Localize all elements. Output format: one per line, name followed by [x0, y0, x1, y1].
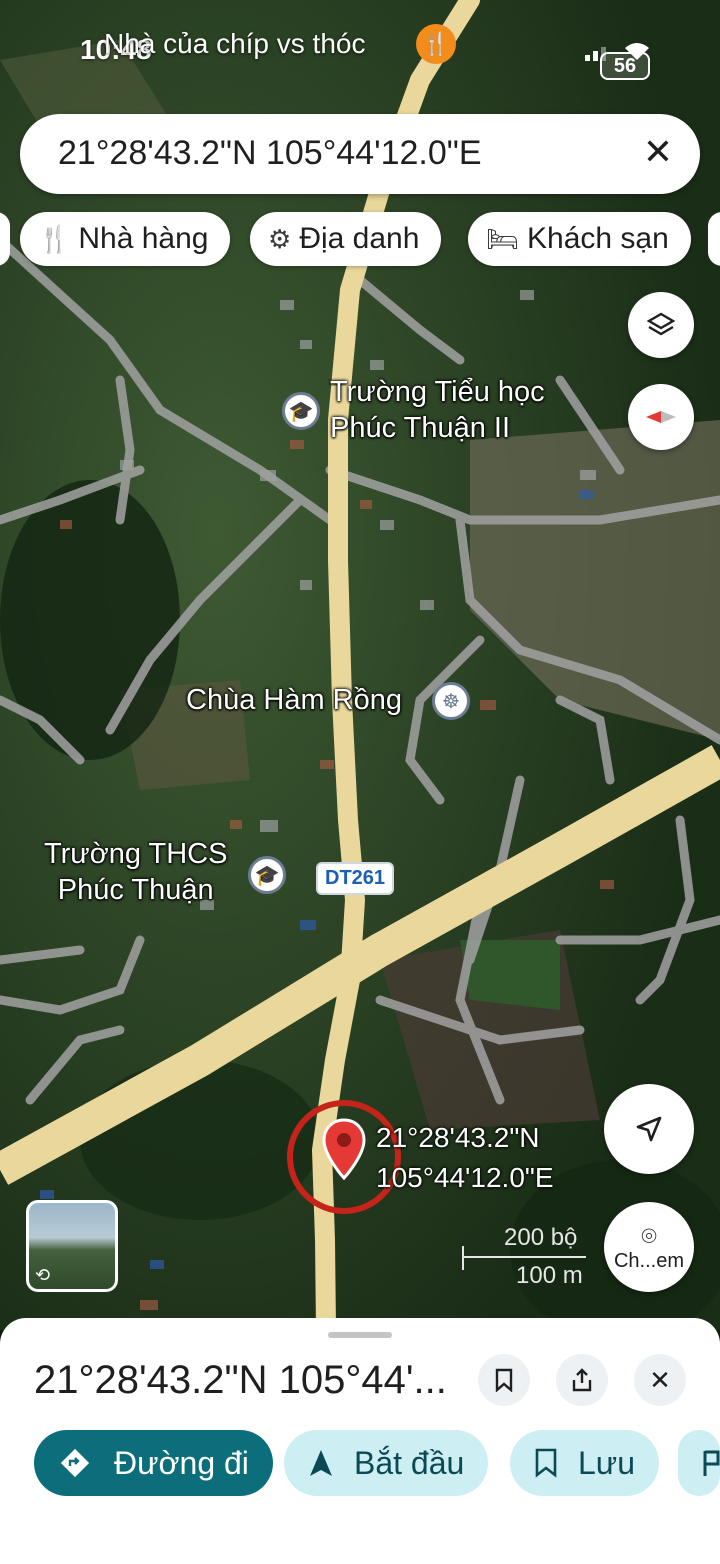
place-label-school-1[interactable]: Trường Tiểu học Phúc Thuận II: [330, 374, 545, 446]
bookmark-icon: [535, 1448, 557, 1478]
lens-button[interactable]: ⌾ Ch...em: [604, 1202, 694, 1292]
chip-overflow-left[interactable]: [0, 212, 10, 266]
temple-icon[interactable]: ☸: [432, 682, 470, 720]
place-name-line1: Trường THCS: [44, 838, 228, 870]
chip-label: Nhà hàng: [78, 222, 209, 255]
chip-label: Địa danh: [299, 222, 420, 255]
chip-restaurants[interactable]: 🍴 Nhà hàng: [20, 212, 231, 266]
pin-lng: 105°44'12.0"E: [376, 1162, 554, 1193]
search-input[interactable]: 21°28'43.2"N 105°44'12.0"E: [58, 134, 482, 173]
lens-label: Ch...em: [613, 1249, 685, 1272]
place-sheet[interactable]: 21°28'43.2"N 105°44'... ✕ Đường đi Bắt đ…: [0, 1318, 720, 1564]
directions-icon: [60, 1448, 90, 1478]
layers-button[interactable]: [628, 292, 694, 358]
close-sheet-button[interactable]: ✕: [634, 1354, 686, 1406]
place-name-line2: Phúc Thuận: [57, 874, 214, 906]
flag-icon: [703, 1450, 720, 1476]
save-label: Lưu: [578, 1444, 636, 1481]
status-bar: 10:48 Nhà của chíp vs thóc 🍴 56: [0, 14, 720, 80]
landmark-icon: ⚙: [268, 223, 292, 254]
chip-hotels[interactable]: 🛏 Khách sạn: [468, 212, 691, 266]
pin-lat: 21°28'43.2"N: [376, 1122, 540, 1153]
chip-label: Khách sạn: [527, 222, 669, 255]
scale-tick: [462, 1246, 464, 1270]
layers-icon: [646, 312, 676, 336]
close-icon: ✕: [649, 1364, 671, 1395]
start-button[interactable]: Bắt đầu: [284, 1430, 489, 1496]
restaurant-icon: 🍴: [38, 223, 71, 254]
hotel-icon: 🛏: [486, 223, 520, 254]
place-caption: Nhà của chíp vs thóc: [104, 28, 366, 59]
my-location-button[interactable]: [604, 1084, 694, 1174]
rotate-360-icon: ⟲: [35, 1265, 51, 1285]
close-icon[interactable]: ✕: [638, 132, 678, 172]
more-actions-button[interactable]: [678, 1430, 720, 1496]
bookmark-icon: [495, 1368, 513, 1392]
save-bookmark-button[interactable]: [478, 1354, 530, 1406]
directions-button[interactable]: Đường đi: [34, 1430, 273, 1496]
place-title: 21°28'43.2"N 105°44'...: [34, 1358, 447, 1402]
share-button[interactable]: [556, 1354, 608, 1406]
road-shield: DT261: [316, 862, 395, 895]
compass-button[interactable]: [628, 384, 694, 450]
navigation-arrow-icon: [636, 1116, 662, 1142]
sheet-drag-handle[interactable]: [328, 1332, 392, 1338]
place-label-temple[interactable]: Chùa Hàm Rồng: [186, 682, 402, 718]
save-button[interactable]: Lưu: [510, 1430, 660, 1496]
share-icon: [572, 1368, 592, 1392]
start-label: Bắt đầu: [354, 1444, 465, 1481]
camera-search-icon: ⌾: [641, 1220, 657, 1251]
scale-meters: 100 m: [516, 1262, 583, 1289]
scale-line: [462, 1256, 586, 1258]
school-icon[interactable]: 🎓: [282, 392, 320, 430]
chip-overflow-right[interactable]: [708, 212, 720, 266]
battery-indicator: 56: [600, 52, 650, 80]
place-name-line1: Trường Tiểu học: [330, 376, 545, 408]
directions-label: Đường đi: [114, 1444, 249, 1481]
chip-landmarks[interactable]: ⚙ Địa danh: [250, 212, 442, 266]
street-view-thumbnail[interactable]: ⟲: [26, 1200, 118, 1292]
category-chips: 🍴 Nhà hàng ⚙ Địa danh 🛏 Khách sạn: [0, 212, 720, 268]
search-bar[interactable]: 21°28'43.2"N 105°44'12.0"E ✕: [20, 114, 700, 194]
scale-feet: 200 bộ: [504, 1224, 578, 1251]
school-icon[interactable]: 🎓: [248, 856, 286, 894]
pin-coordinates: 21°28'43.2"N 105°44'12.0"E: [376, 1118, 554, 1198]
map-scale: 200 bộ 100 m: [462, 1224, 590, 1289]
place-name-line2: Phúc Thuận II: [330, 412, 511, 444]
navigation-icon: [310, 1450, 332, 1476]
place-label-school-2[interactable]: Trường THCS Phúc Thuận: [44, 836, 227, 908]
compass-icon: [646, 411, 676, 423]
location-pin-icon[interactable]: [322, 1118, 366, 1182]
restaurant-icon: 🍴: [416, 24, 456, 64]
